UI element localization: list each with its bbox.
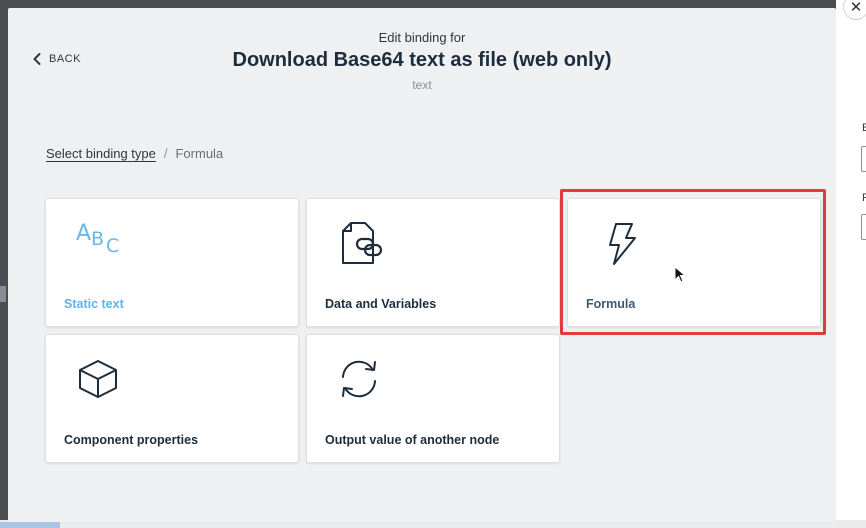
cube-icon [79,360,117,398]
background-field [861,146,866,172]
card-data-and-variables[interactable]: Data and Variables [306,198,560,327]
highlight-box [560,189,826,335]
card-output-value-of-another-node[interactable]: Output value of another node [306,334,560,463]
card-label: Data and Variables [325,297,437,311]
pre-title: Edit binding for [378,30,466,45]
abc-icon: A B C [76,221,120,257]
card-component-properties[interactable]: Component properties [45,334,299,463]
breadcrumb: Select binding type / Formula [46,146,223,161]
background-edge [0,286,6,302]
background-fragment: F [862,192,866,204]
document-link-icon [342,222,383,264]
close-icon: ✕ [849,0,863,16]
card-label: Component properties [64,433,199,447]
breadcrumb-separator: / [163,146,168,161]
background-field [861,214,866,240]
edit-binding-modal: BACK Edit binding for Download Base64 te… [8,8,836,522]
card-static-text[interactable]: A B C Static text [45,198,299,327]
card-label: Output value of another node [325,433,500,447]
breadcrumb-current: Formula [175,146,224,161]
background-fragment: E [862,122,866,134]
refresh-icon [342,360,376,398]
subtitle: text [412,78,432,92]
mouse-cursor-icon [674,266,686,283]
card-label: Static text [64,297,124,311]
modal-header: Edit binding for Download Base64 text as… [8,30,836,92]
page-title: Download Base64 text as file (web only) [232,49,612,71]
background-app-panel: E F [836,0,866,528]
breadcrumb-link-select-binding-type[interactable]: Select binding type [46,146,156,161]
